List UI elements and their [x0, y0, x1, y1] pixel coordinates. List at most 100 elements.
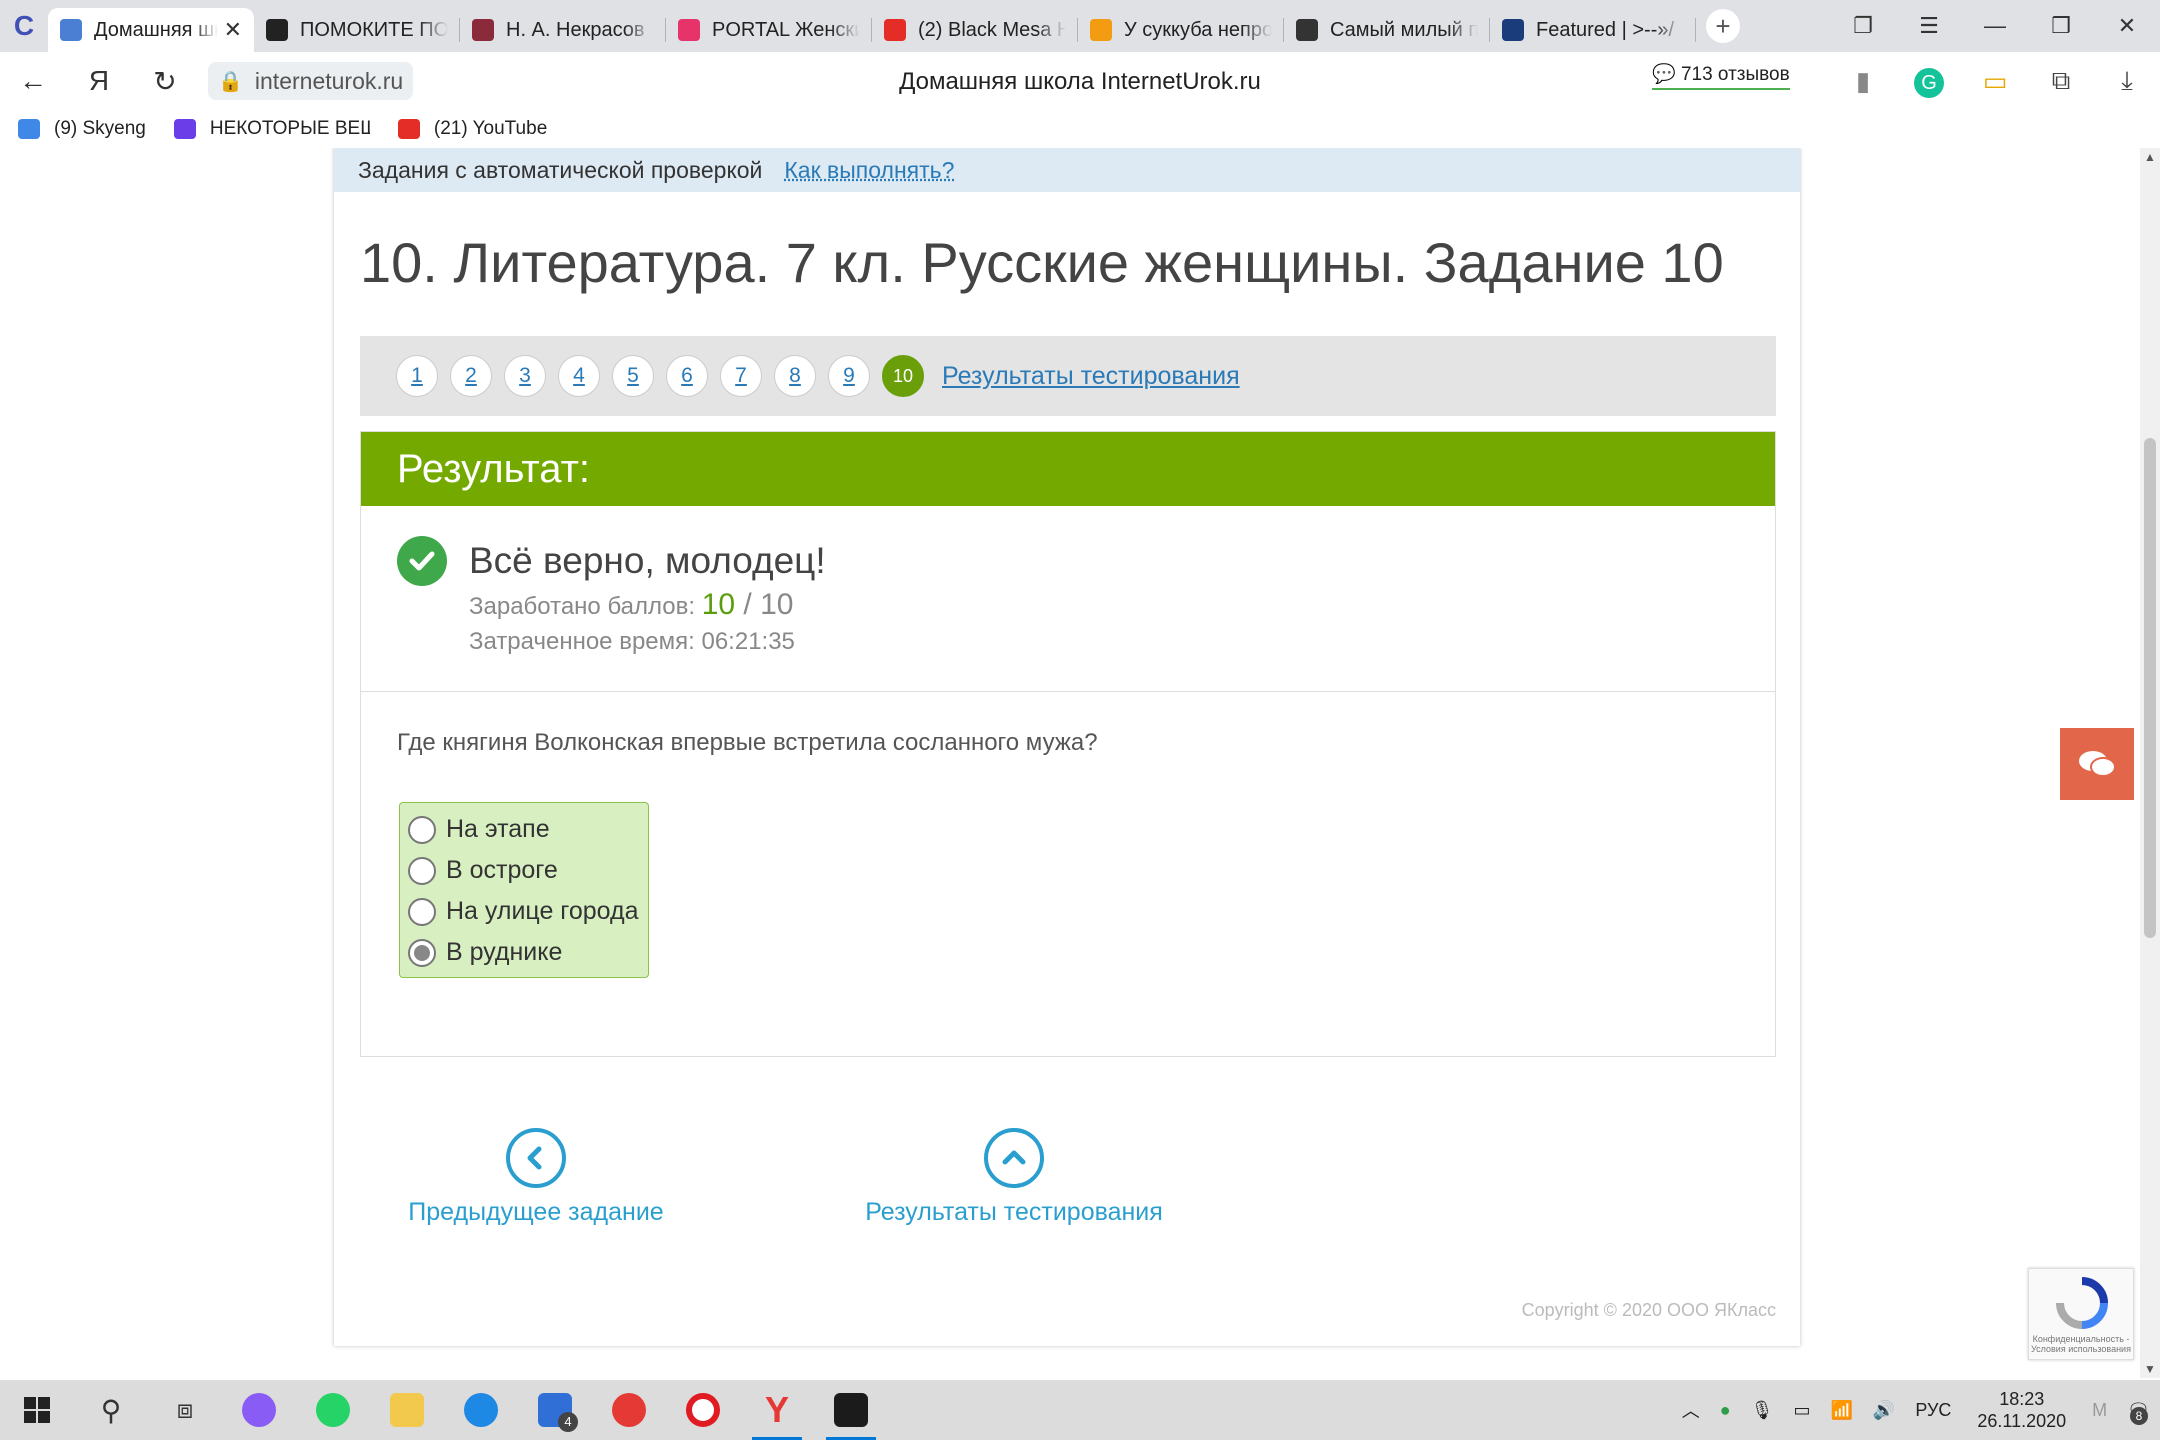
meet-now-icon[interactable]: M: [2092, 1400, 2107, 1421]
scrollbar-thumb[interactable]: [2144, 438, 2156, 938]
url-field[interactable]: 🔒 interneturok.ru: [208, 62, 414, 100]
scroll-down-icon[interactable]: ▼: [2140, 1362, 2160, 1376]
alice-icon[interactable]: [222, 1380, 296, 1440]
radio-button[interactable]: [408, 938, 436, 967]
bookmark-youtube[interactable]: (21) YouTube: [397, 118, 548, 140]
tray-expand-icon[interactable]: ︿: [1682, 1397, 1700, 1423]
clock-date: 26.11.2020: [1977, 1411, 2067, 1431]
security-icon[interactable]: ●: [1720, 1400, 1731, 1421]
start-button[interactable]: [0, 1380, 74, 1440]
reload-button[interactable]: ↻: [132, 52, 198, 110]
restore-button[interactable]: ❒: [2028, 0, 2094, 52]
score-value: 10: [701, 588, 736, 621]
yandex-app-icon[interactable]: [592, 1380, 666, 1440]
yandex-browser-icon[interactable]: Y: [740, 1380, 814, 1440]
page-number-7[interactable]: 7: [720, 355, 762, 397]
file-explorer-icon[interactable]: [370, 1380, 444, 1440]
browser-tab[interactable]: Самый милый парень: [1284, 8, 1490, 52]
bookmark-label: (21) YouTube: [433, 118, 548, 139]
result-message: Всё верно, молодец!: [469, 540, 826, 581]
browser-tab[interactable]: У суккуба непростой: [1078, 8, 1284, 52]
tab-title: У суккуба непростой: [1124, 18, 1272, 41]
chat-icon: [2079, 751, 2116, 777]
result-box: Результат: Всё верно, молодец! Заработан…: [360, 431, 1776, 1057]
bookmark-things[interactable]: НЕКОТОРЫЕ ВЕЩИ: [173, 118, 370, 140]
radio-button[interactable]: [408, 815, 436, 844]
tab-favicon-icon: [1296, 19, 1318, 41]
tab-title: ПОМОКИТЕ ПОЖАЛУЙСТА: [300, 18, 448, 41]
browser-tab[interactable]: Н. А. Некрасов: [460, 8, 666, 52]
close-window-button[interactable]: ✕: [2094, 0, 2160, 52]
answer-option[interactable]: На этапе: [408, 809, 640, 850]
mail-icon[interactable]: 4: [518, 1380, 592, 1440]
page-number-9[interactable]: 9: [828, 355, 870, 397]
bookmark-skyeng[interactable]: (9) Skyeng: [18, 118, 146, 140]
opera-icon[interactable]: [666, 1380, 740, 1440]
page-title: 10. Литература. 7 кл. Русские женщины. З…: [360, 231, 1724, 294]
minimize-button[interactable]: —: [1962, 0, 2028, 52]
how-to-link[interactable]: Как выполнять?: [784, 157, 954, 184]
battery-saver-icon[interactable]: ▭: [1962, 66, 2028, 97]
page-number-5[interactable]: 5: [612, 355, 654, 397]
grammarly-icon[interactable]: G: [1896, 65, 1962, 98]
address-bar-actions: ▮ G ▭ ⧉ ⤓: [1830, 52, 2160, 110]
language-indicator[interactable]: РУС: [1915, 1400, 1951, 1421]
volume-icon[interactable]: 🔊: [1873, 1400, 1895, 1421]
notifications-icon[interactable]: 🗨8: [2127, 1400, 2150, 1425]
microphone-icon[interactable]: 🎙: [1751, 1400, 1774, 1421]
browser-tab[interactable]: Домашняя школа InternetUrok.ru ✕: [48, 8, 254, 52]
download-icon[interactable]: ⤓: [2094, 65, 2160, 97]
reviews-badge[interactable]: 💬 713 отзывов: [1652, 62, 1790, 90]
answer-option[interactable]: В руднике: [408, 932, 640, 973]
system-tray: ︿ ● 🎙 ▭ 📶 🔊 РУС 18:23 26.11.2020 M 🗨8: [1672, 1380, 2160, 1440]
browser-logo-icon[interactable]: C: [0, 0, 48, 52]
page-number-6[interactable]: 6: [666, 355, 708, 397]
page-number-8[interactable]: 8: [774, 355, 816, 397]
browser-tab[interactable]: PORTAL Женские: [666, 8, 872, 52]
page-number-4[interactable]: 4: [558, 355, 600, 397]
yandex-icon[interactable]: Я: [66, 52, 132, 110]
browser-tab[interactable]: (2) Black Mesa Half-Life: [872, 8, 1078, 52]
tab-title: PORTAL Женские: [712, 18, 860, 41]
score-line: Заработано баллов: 10 / 10: [469, 588, 793, 622]
answer-option[interactable]: В остроге: [408, 850, 640, 891]
bookmarks-bar: (9) Skyeng НЕКОТОРЫЕ ВЕЩИ (21) YouTube: [0, 110, 2160, 148]
app-2k-icon[interactable]: [814, 1380, 888, 1440]
bookmark-icon[interactable]: ▮: [1830, 66, 1896, 97]
windows-icon: [24, 1397, 50, 1423]
back-button[interactable]: ←: [0, 52, 66, 110]
answer-option[interactable]: На улице города: [408, 891, 640, 932]
task-view-icon[interactable]: ⧈: [148, 1380, 222, 1440]
page-number-2[interactable]: 2: [450, 355, 492, 397]
close-tab-icon[interactable]: ✕: [224, 17, 242, 43]
browser-tab[interactable]: Featured | >--»/: [1490, 8, 1696, 52]
bookmarks-panel-icon[interactable]: ❐: [1830, 0, 1896, 52]
edge-icon[interactable]: [444, 1380, 518, 1440]
whatsapp-icon[interactable]: [296, 1380, 370, 1440]
page-number-10[interactable]: 10: [882, 355, 924, 397]
extensions-icon[interactable]: ⧉: [2028, 65, 2094, 97]
battery-icon[interactable]: ▭: [1793, 1400, 1810, 1421]
page-number-1[interactable]: 1: [396, 355, 438, 397]
radio-button[interactable]: [408, 897, 436, 926]
prev-task-link[interactable]: Предыдущее задание: [396, 1128, 676, 1227]
radio-button[interactable]: [408, 856, 436, 885]
results-link[interactable]: Результаты тестирования: [942, 362, 1240, 391]
page-number-3[interactable]: 3: [504, 355, 546, 397]
tab-bar: C Домашняя школа InternetUrok.ru ✕ ПОМОКИТ…: [0, 0, 2160, 52]
results-nav-link[interactable]: Результаты тестирования: [854, 1128, 1174, 1227]
new-tab-button[interactable]: +: [1706, 9, 1740, 43]
page-scrollbar[interactable]: ▲ ▼: [2140, 148, 2160, 1378]
clock[interactable]: 18:23 26.11.2020: [1977, 1388, 2066, 1433]
search-icon[interactable]: ⚲: [74, 1380, 148, 1440]
chat-button[interactable]: [2060, 728, 2134, 800]
menu-icon[interactable]: ☰: [1896, 0, 1962, 52]
scroll-up-icon[interactable]: ▲: [2140, 150, 2160, 164]
folder-icon: [173, 119, 196, 139]
tab-title: Featured | >--»/: [1536, 18, 1675, 41]
browser-tab[interactable]: ПОМОКИТЕ ПОЖАЛУЙСТА: [254, 8, 460, 52]
answer-label: В остроге: [446, 856, 558, 884]
recaptcha-badge[interactable]: Конфиденциальность - Условия использован…: [2028, 1268, 2134, 1360]
wifi-icon[interactable]: 📶: [1830, 1400, 1852, 1421]
copyright-text: Copyright © 2020 ООО ЯКласс: [1521, 1300, 1776, 1320]
